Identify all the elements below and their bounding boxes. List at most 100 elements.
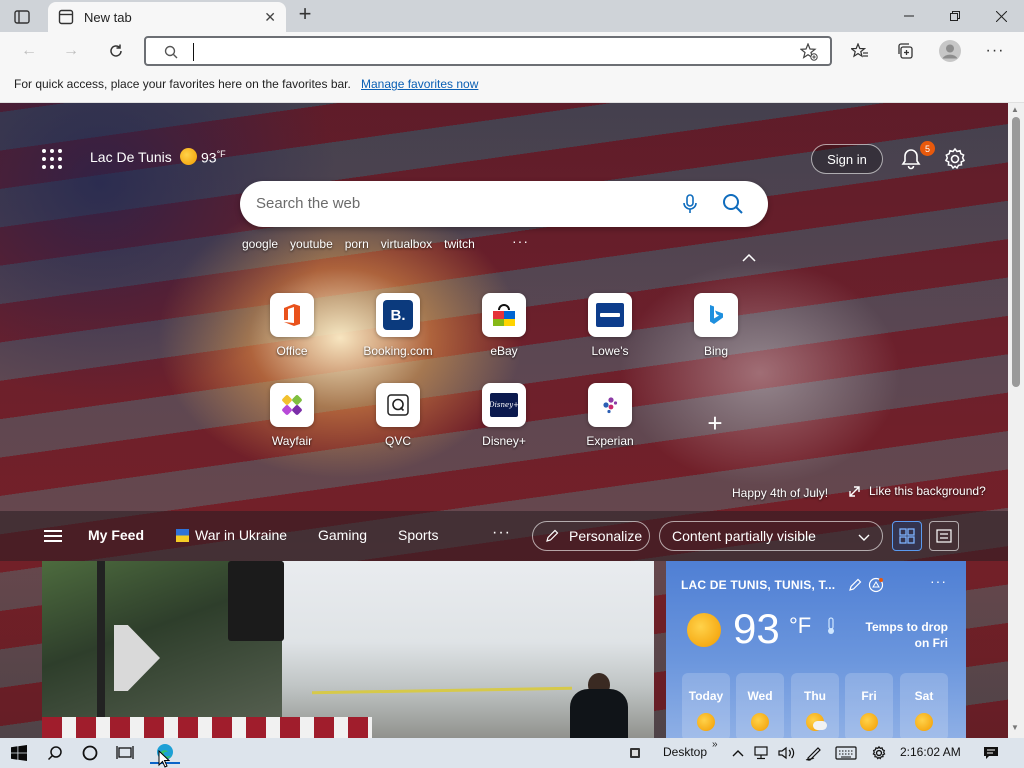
grid-layout-button[interactable] [892,521,922,551]
quick-link-office[interactable]: Office [247,293,337,373]
scroll-up-icon[interactable]: ▲ [1011,105,1019,114]
show-hidden-icons-button[interactable] [730,742,746,764]
settings-more-button[interactable]: ··· [980,36,1010,66]
tab-gaming[interactable]: Gaming [318,527,367,543]
gear-icon[interactable] [942,146,968,172]
double-chevron-icon[interactable]: » [712,739,718,750]
qvc-icon [387,394,409,416]
desktop-toolbar-label[interactable]: Desktop [663,745,707,759]
network-button[interactable] [753,742,773,764]
task-view-button[interactable] [114,742,136,764]
trending-item[interactable]: youtube [290,237,333,253]
like-background-label: Like this background? [869,484,986,498]
refresh-button[interactable] [101,36,131,66]
trending-item[interactable]: google [242,237,278,253]
address-bar[interactable] [144,36,832,66]
settings-tray-button[interactable] [869,742,889,764]
quick-link-booking[interactable]: B. Booking.com [353,293,443,373]
minimize-button[interactable] [886,0,932,32]
menu-hamburger-icon[interactable] [44,530,62,542]
speaker-icon [778,746,795,760]
quick-link-label: Experian [586,434,634,448]
trending-more-icon[interactable]: ··· [512,233,529,249]
news-card[interactable] [42,561,654,738]
quick-link-ebay[interactable]: eBay [459,293,549,373]
manage-favorites-link[interactable]: Manage favorites now [361,77,478,91]
current-temperature[interactable]: 93°F [201,149,226,166]
favorites-message: For quick access, place your favorites h… [14,77,351,91]
collections-button[interactable] [890,36,920,66]
volume-button[interactable] [777,742,797,764]
scrollbar-thumb[interactable] [1012,117,1020,387]
like-background-button[interactable]: Like this background? [848,484,986,498]
quick-link-qvc[interactable]: QVC [353,383,443,463]
new-tab-button[interactable]: + [294,3,316,26]
personalize-button[interactable]: Personalize [532,521,650,551]
start-button[interactable] [8,742,30,764]
microphone-icon[interactable] [678,192,702,216]
tab-new-tab[interactable]: New tab ✕ [48,2,286,32]
cortana-icon [82,745,98,761]
close-window-button[interactable] [978,0,1024,32]
edit-location-icon[interactable] [848,578,862,592]
tab-my-feed[interactable]: My Feed [88,527,144,543]
touch-keyboard-button[interactable] [834,742,858,764]
quick-link-label: Lowe's [591,344,629,358]
web-search-box[interactable]: Search the web [240,181,768,227]
quick-link-bing[interactable]: Bing [671,293,761,373]
trending-item[interactable]: twitch [444,237,475,253]
forecast-day[interactable]: Today [682,673,730,738]
cortana-button[interactable] [79,742,101,764]
forecast-day[interactable]: Thu [791,673,839,738]
tab-war-in-ukraine[interactable]: War in Ukraine [195,527,287,543]
add-shortcut-button[interactable]: + [700,408,730,438]
weather-alert-icon[interactable] [868,577,884,593]
tab-sports[interactable]: Sports [398,527,438,543]
tab-title: New tab [84,9,132,25]
background-caption[interactable]: Happy 4th of July! [732,486,828,500]
close-tab-icon[interactable]: ✕ [264,9,276,26]
forecast-day[interactable]: Fri [845,673,893,738]
plus-icon: + [707,408,723,438]
chevron-up-icon[interactable] [742,253,756,263]
new-tab-page-icon [58,9,74,25]
back-button[interactable]: ← [14,36,44,66]
tray-notepad-icon[interactable] [627,742,643,764]
address-input[interactable] [192,42,752,60]
news-image-pole [97,561,105,738]
forecast-day[interactable]: Sat [900,673,948,738]
quick-link-experian[interactable]: Experian [565,383,655,463]
location-label[interactable]: Lac De Tunis [90,149,172,165]
search-icon[interactable] [720,191,746,217]
forward-button[interactable]: → [56,36,86,66]
weather-more-icon[interactable]: ··· [930,573,947,589]
forecast-day[interactable]: Wed [736,673,784,738]
minimize-icon [904,15,914,17]
taskbar-clock[interactable]: 2:16:02 AM [900,745,961,759]
pen-workspace-button[interactable] [804,742,824,764]
content-visibility-value: Content partially visible [672,528,816,544]
thermometer-icon [828,617,834,634]
trending-item[interactable]: virtualbox [381,237,432,253]
weather-card[interactable]: LAC DE TUNIS, TUNIS, T... ··· 93 °F Temp… [666,561,966,738]
taskbar-search-button[interactable] [44,742,66,764]
scroll-down-icon[interactable]: ▼ [1011,723,1019,732]
list-layout-button[interactable] [929,521,959,551]
favorites-button[interactable] [845,36,875,66]
more-topics-icon[interactable]: ··· [492,524,511,542]
app-launcher-button[interactable] [40,147,64,171]
trending-item[interactable]: porn [345,237,369,253]
tab-actions-button[interactable] [8,6,36,28]
profile-button[interactable] [935,36,965,66]
page-scrollbar[interactable]: ▲ ▼ [1008,103,1024,738]
text-caret [193,43,194,61]
quick-link-lowes[interactable]: Lowe's [565,293,655,373]
restore-button[interactable] [932,0,978,32]
add-favorite-icon[interactable] [800,43,818,61]
sign-in-button[interactable]: Sign in [811,144,883,174]
action-center-button[interactable] [980,742,1002,764]
content-visibility-dropdown[interactable]: Content partially visible [659,521,883,551]
quick-link-disney[interactable]: Disney+ Disney+ [459,383,549,463]
quick-link-label: Disney+ [482,434,526,448]
quick-link-wayfair[interactable]: Wayfair [247,383,337,463]
